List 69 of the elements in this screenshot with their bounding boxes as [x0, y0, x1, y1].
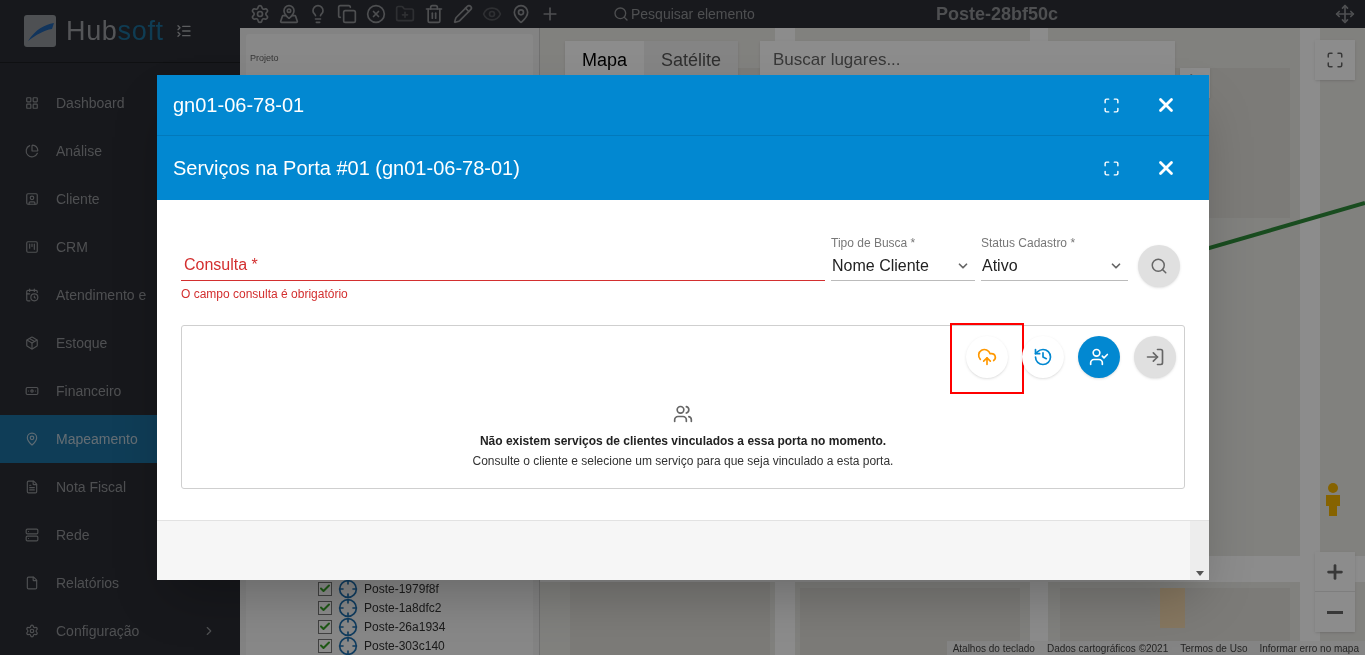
map-footer-link[interactable]: Atalhos do teclado: [952, 640, 1035, 655]
query-field[interactable]: Consulta *: [181, 249, 825, 281]
search-icon: [613, 6, 629, 22]
file-icon: [25, 576, 39, 590]
pie-chart-icon: [25, 144, 39, 158]
box-icon: [25, 336, 39, 350]
history-icon: [1033, 347, 1053, 367]
trash-icon[interactable]: [424, 4, 444, 24]
map-pin-icon[interactable]: [511, 4, 531, 24]
map-footer-link[interactable]: Termos de Uso: [1180, 640, 1248, 655]
select-field[interactable]: Status Cadastro * Ativo: [981, 234, 1128, 281]
server-icon: [25, 528, 39, 542]
target-icon: [338, 578, 358, 599]
assign-icon: [1089, 347, 1109, 367]
dialog-title: gn01-06-78-01: [173, 93, 306, 118]
map-footer-link[interactable]: Dados cartográficos ©2021: [1046, 640, 1169, 655]
fullscreen-icon: [1326, 51, 1344, 69]
fullscreen-icon[interactable]: [1103, 96, 1120, 114]
copy-icon[interactable]: [337, 4, 357, 24]
target-icon: [338, 635, 358, 655]
gear-icon: [25, 624, 39, 638]
calendar-clock-icon: [25, 288, 39, 302]
fullscreen-button[interactable]: [1315, 40, 1355, 80]
user-card-icon: [25, 192, 39, 206]
move-icon[interactable]: [1335, 4, 1355, 24]
target-icon: [338, 597, 358, 618]
close-circle-icon[interactable]: [366, 4, 386, 24]
document-icon: [25, 480, 39, 494]
enter-button[interactable]: [1134, 336, 1176, 378]
fullscreen-icon[interactable]: [1103, 159, 1120, 177]
search-button[interactable]: [1138, 245, 1180, 287]
history-button[interactable]: [1022, 336, 1064, 378]
checkbox[interactable]: [318, 600, 332, 615]
upload-button[interactable]: [966, 336, 1008, 378]
check-icon: [319, 620, 331, 633]
minus-icon: [1327, 610, 1343, 614]
enter-icon: [1145, 347, 1165, 367]
map-pin-icon: [25, 432, 39, 446]
select-field[interactable]: Tipo de Busca * Nome Cliente: [831, 234, 975, 281]
scroll-down-icon[interactable]: [1195, 571, 1204, 576]
tree-item[interactable]: Poste-1a8dfc2: [364, 600, 442, 615]
empty-state-title: Não existem serviços de clientes vinculados a essa porta no momento.: [479, 433, 887, 450]
error-message: O campo consulta é obrigatório: [181, 286, 349, 303]
map-footer-link[interactable]: Informar erro no mapa: [1259, 640, 1359, 655]
tree-item[interactable]: Poste-26a1934: [364, 619, 446, 634]
grid-icon: [25, 96, 39, 110]
pencil-icon[interactable]: [453, 4, 473, 24]
check-icon: [319, 582, 331, 595]
checkbox[interactable]: [318, 619, 332, 634]
tree-item[interactable]: Poste-1979f8f: [364, 581, 439, 596]
people-icon: [673, 404, 693, 424]
assign-button[interactable]: [1078, 336, 1120, 378]
checkbox[interactable]: [318, 581, 332, 596]
checkbox[interactable]: [318, 638, 332, 653]
map-pin-icon[interactable]: [279, 4, 299, 24]
settings-icon[interactable]: [250, 4, 270, 24]
kanban-icon: [25, 240, 39, 254]
dialog-title: Serviços na Porta #01 (gn01-06-78-01): [173, 156, 521, 181]
collapse-icon[interactable]: [175, 23, 192, 39]
project-label: Projeto: [250, 52, 280, 65]
tree-item[interactable]: Poste-303c140: [364, 638, 445, 653]
check-icon: [319, 639, 331, 652]
upload-icon: [977, 347, 997, 367]
search-icon: [1150, 257, 1168, 275]
empty-state-text: Consulte o cliente e selecione um serviço para que seja vinculado a esta porta.: [472, 453, 894, 470]
banknote-icon: [25, 384, 39, 398]
logo-icon: [24, 15, 56, 47]
target-icon: [338, 616, 358, 637]
check-icon: [319, 601, 331, 614]
